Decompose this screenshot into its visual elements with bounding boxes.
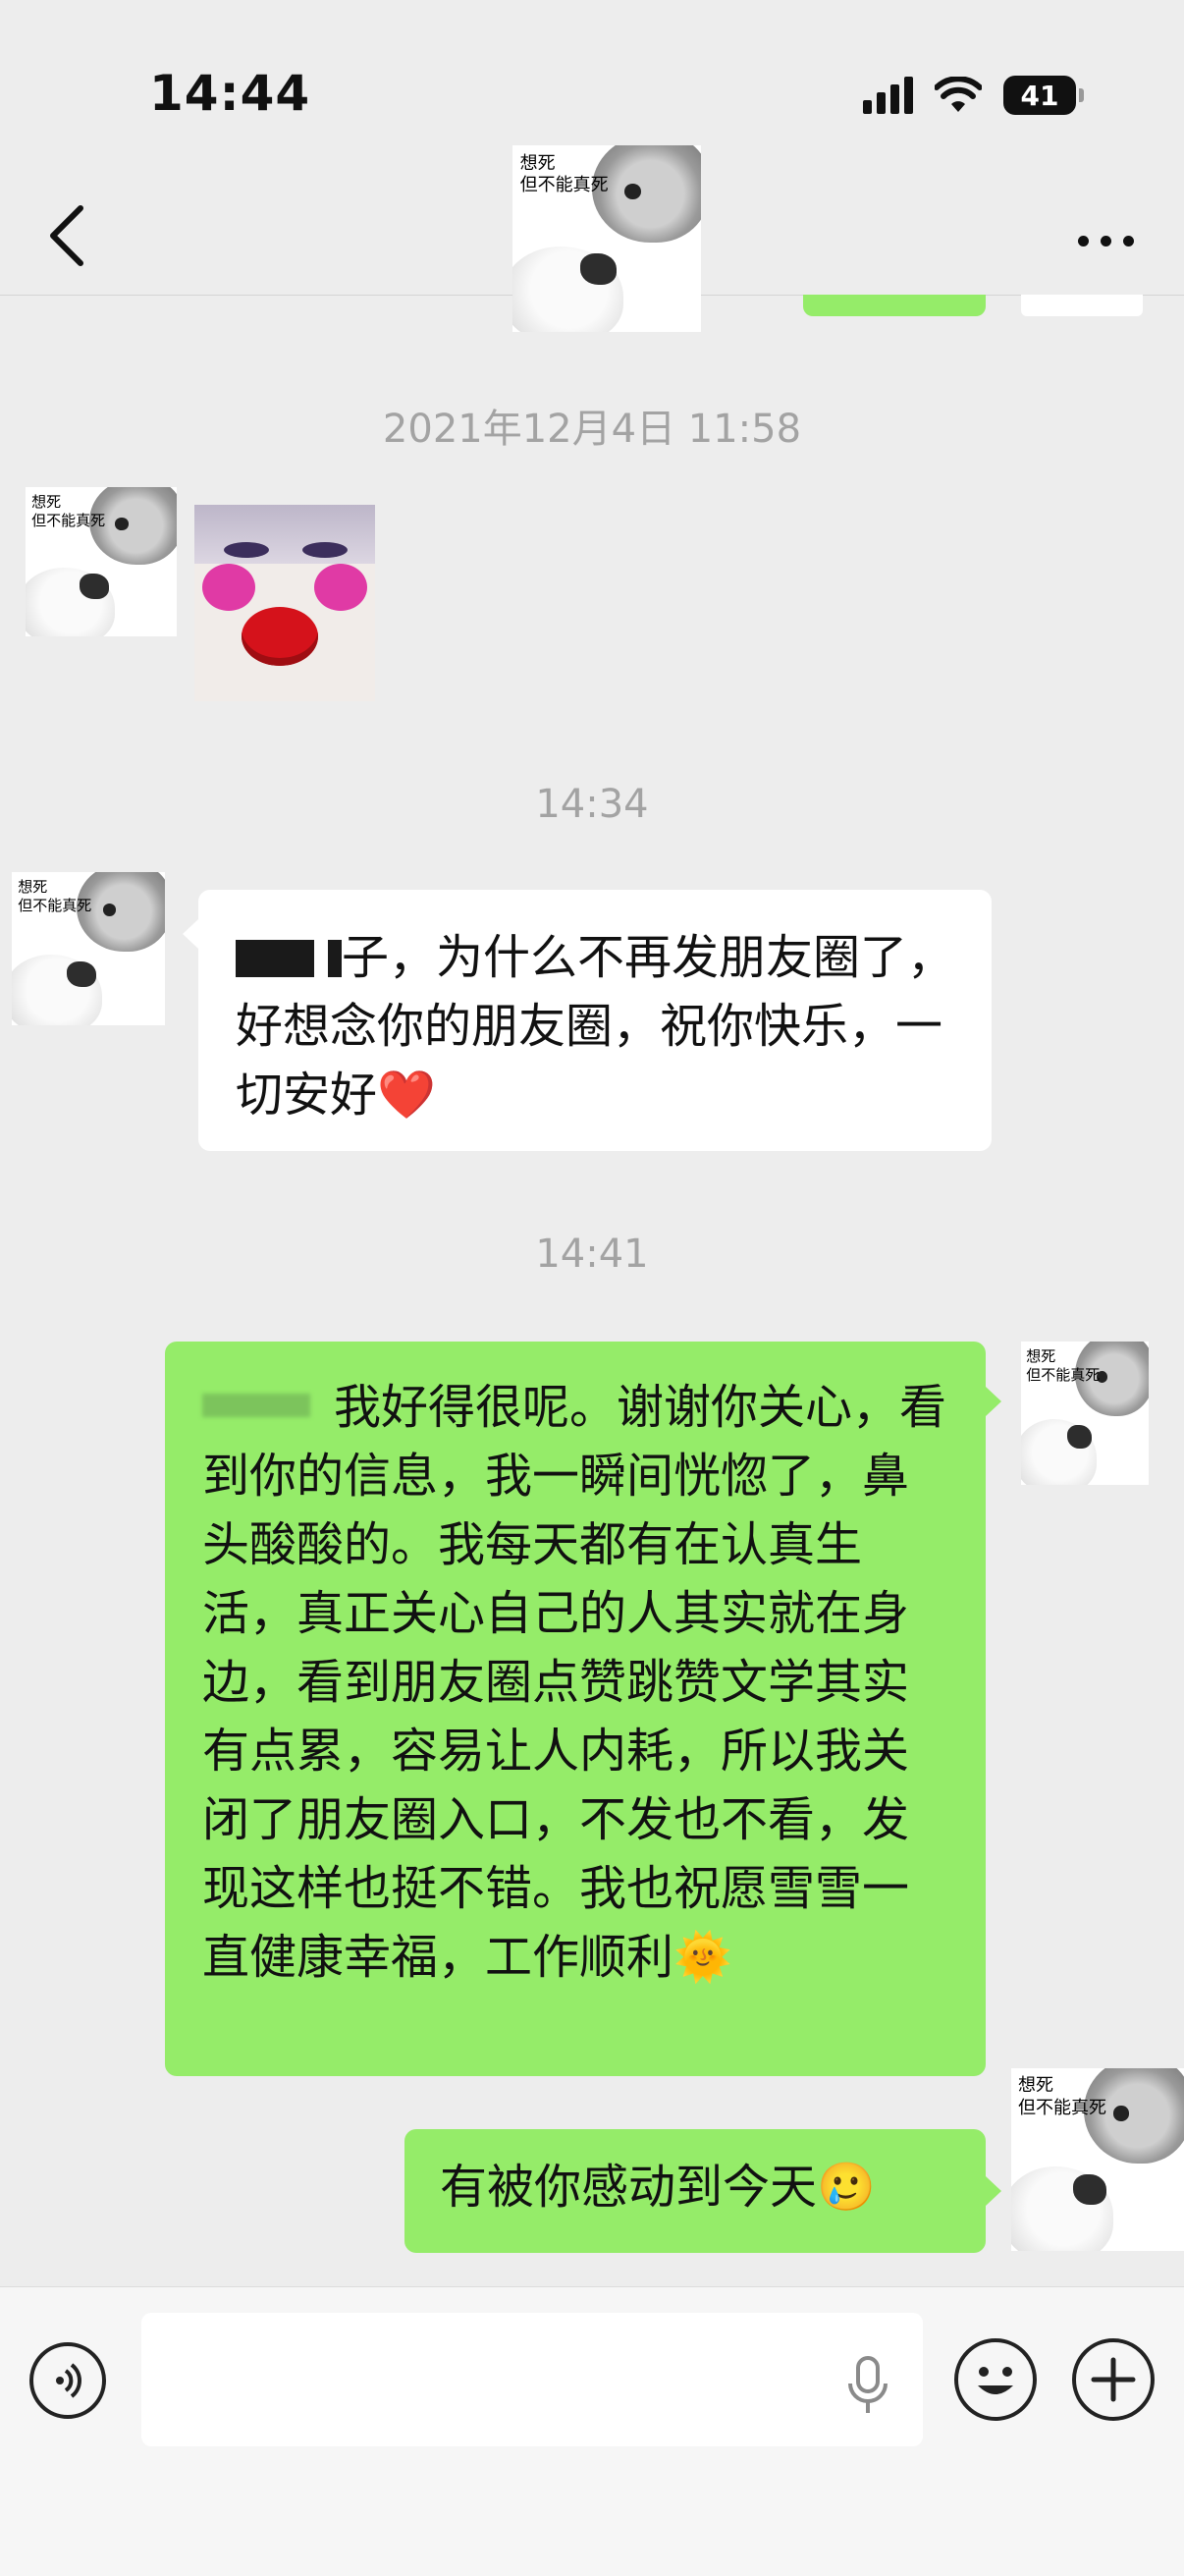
sender-avatar[interactable]: 想死 但不能真死 xyxy=(26,487,177,636)
smile-emoji: 🥲 xyxy=(817,2160,876,2215)
timestamp: 14:41 xyxy=(535,1232,649,1277)
my-avatar[interactable]: 想死 但不能真死 xyxy=(1011,2068,1184,2251)
status-icons: 41 xyxy=(863,71,1084,120)
voice-icon[interactable] xyxy=(29,2342,106,2419)
outgoing-message[interactable]: 有被你感动到今天🥲 xyxy=(404,2129,986,2253)
back-arrow-icon[interactable] xyxy=(39,196,98,275)
timestamp: 2021年12月4日 11:58 xyxy=(382,407,802,452)
clown-sticker[interactable] xyxy=(194,505,375,701)
signal-icon xyxy=(863,77,913,114)
redacted-name xyxy=(236,940,314,977)
incoming-message[interactable]: 子，为什么不再发朋友圈了，好想念你的朋友圈，祝你快乐，一切安好❤️ xyxy=(198,890,992,1151)
more-icon[interactable] xyxy=(1066,216,1145,265)
message-text: 子，为什么不再发朋友圈了，好想念你的朋友圈，祝你快乐，一切安好 xyxy=(236,930,955,1123)
mic-icon[interactable] xyxy=(846,2356,889,2415)
heart-emoji: ❤️ xyxy=(377,1068,436,1123)
plus-icon[interactable] xyxy=(1072,2338,1155,2421)
timestamp: 14:34 xyxy=(535,782,649,827)
sender-avatar[interactable]: 想死 但不能真死 xyxy=(12,872,165,1025)
wifi-icon xyxy=(935,77,982,112)
input-bar xyxy=(0,2286,1184,2576)
status-time: 14:44 xyxy=(149,65,311,122)
message-input[interactable] xyxy=(141,2313,923,2446)
redacted-name xyxy=(202,1394,310,1417)
avatar-caption: 想死 但不能真死 xyxy=(519,152,609,196)
message-text: 我好得很呢。谢谢你关心，看到你的信息，我一瞬间恍惚了，鼻头酸酸的。我每天都有在认… xyxy=(202,1380,947,1985)
battery-icon: 41 xyxy=(1003,76,1084,115)
emoji-icon[interactable] xyxy=(954,2338,1037,2421)
previous-bubble-peek xyxy=(803,295,986,316)
outgoing-message[interactable]: 我好得很呢。谢谢你关心，看到你的信息，我一瞬间恍惚了，鼻头酸酸的。我每天都有在认… xyxy=(165,1342,986,2076)
sun-emoji: 🌞 xyxy=(673,1930,732,1985)
message-text: 有被你感动到今天 xyxy=(440,2160,818,2215)
contact-avatar[interactable]: 想死 但不能真死 xyxy=(512,145,701,332)
chat-header: 想死 但不能真死 xyxy=(0,137,1184,332)
my-avatar[interactable]: 想死 但不能真死 xyxy=(1021,1342,1149,1485)
previous-image-peek xyxy=(1021,295,1143,316)
